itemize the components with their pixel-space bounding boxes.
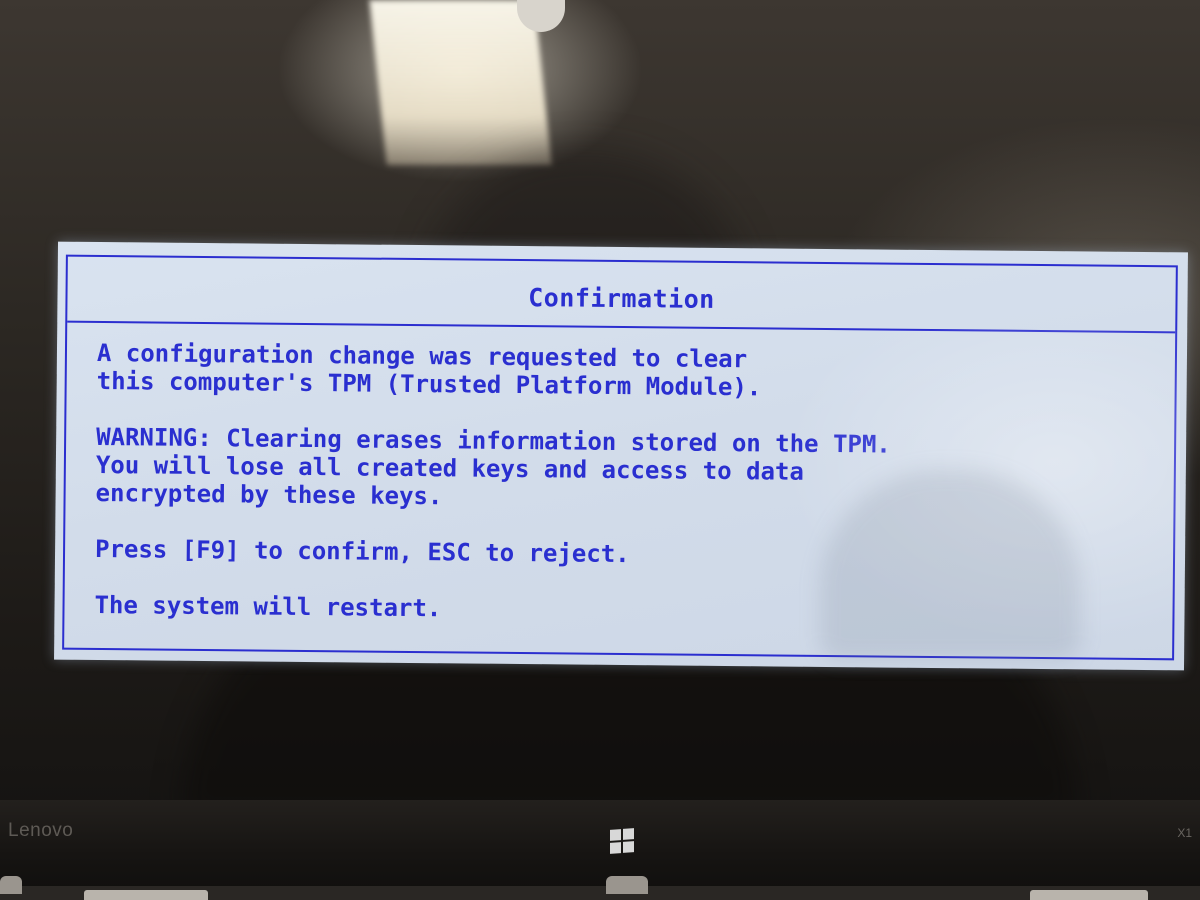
- restart-notice: The system will restart.: [94, 590, 442, 623]
- confirm-instruction[interactable]: Press [F9] to confirm, ESC to reject.: [95, 535, 1153, 573]
- keyboard-strip-left: [84, 890, 208, 900]
- model-label: X1: [1177, 826, 1192, 840]
- hinge-center: [606, 876, 648, 894]
- photo-scene: Confirmation A configuration change was …: [0, 0, 1200, 900]
- dialog-body: A configuration change was requested to …: [94, 339, 1155, 629]
- laptop-bezel: [0, 800, 1200, 900]
- hinge-left: [0, 876, 22, 894]
- dialog-frame: Confirmation A configuration change was …: [62, 254, 1178, 661]
- windows-logo-icon: [610, 828, 634, 854]
- lenovo-logo: Lenovo: [8, 820, 74, 841]
- windows-button[interactable]: [607, 826, 637, 856]
- title-divider: [67, 320, 1176, 334]
- tpm-confirmation-dialog: Confirmation A configuration change was …: [54, 241, 1188, 671]
- dialog-title: Confirmation: [528, 283, 715, 314]
- keyboard-strip-right: [1030, 890, 1148, 900]
